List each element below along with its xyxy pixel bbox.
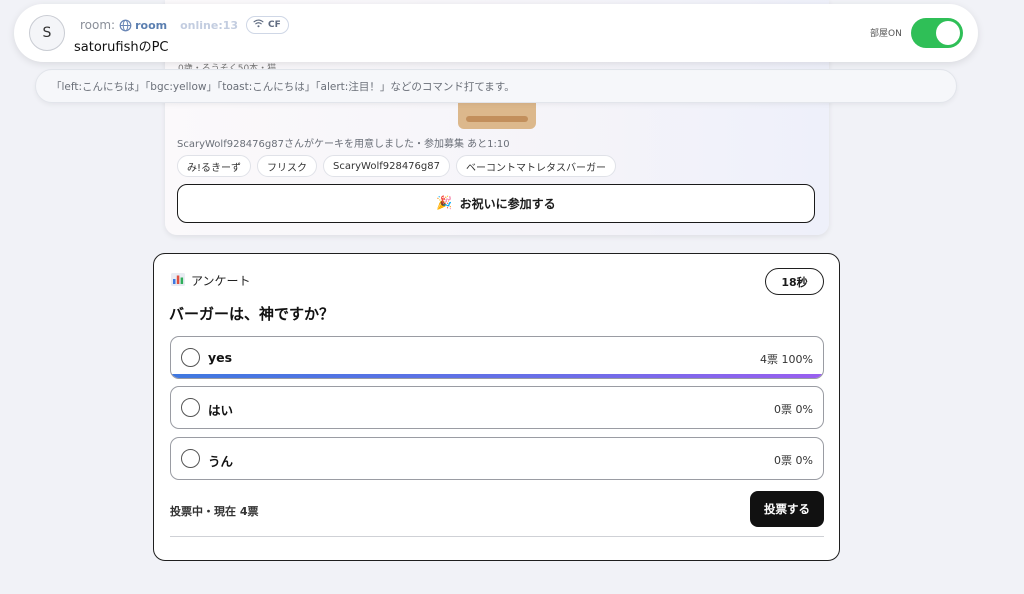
cake-status-text: ScaryWolf928476g87さんがケーキを用意しました・参加募集 あと1… (177, 139, 510, 150)
poll-option-yes[interactable]: yes 4票 100% (170, 336, 824, 379)
poll-option-un[interactable]: うん 0票 0% (170, 437, 824, 480)
poll-divider (170, 536, 824, 537)
globe-icon (119, 19, 132, 32)
join-celebration-button[interactable]: 🎉 お祝いに参加する (177, 184, 815, 223)
poll-card: アンケート 18秒 バーガーは、神ですか？ yes 4票 100% はい 0票 … (153, 253, 840, 561)
poll-header-label: アンケート (191, 274, 251, 288)
room-header: S room: room online:13 CF satorufishのPC … (14, 4, 978, 62)
command-hint-bar: 「left:こんにちは」「bgc:yellow」「toast:こんにちは」「al… (35, 69, 957, 103)
room-toggle[interactable] (911, 18, 963, 48)
cake-image (458, 102, 536, 129)
cake-stripe (466, 116, 528, 122)
option-radio[interactable] (181, 348, 200, 367)
participant-chip: み!るきーず (177, 155, 252, 177)
participant-chip: ScaryWolf928476g87 (323, 155, 450, 177)
avatar[interactable]: S (29, 15, 65, 51)
party-popper-icon: 🎉 (436, 196, 453, 211)
wifi-icon (253, 19, 264, 31)
option-label: yes (208, 350, 233, 365)
poll-header: アンケート (171, 272, 251, 289)
option-result: 0票 0% (774, 403, 813, 416)
participant-list: み!るきーず フリスク ScaryWolf928476g87 ベーコントマトレタ… (177, 155, 616, 177)
option-radio[interactable] (181, 449, 200, 468)
bar-chart-icon (171, 272, 185, 289)
poll-timer-badge: 18秒 (765, 268, 824, 295)
room-name[interactable]: room (135, 19, 167, 32)
option-result-bar (171, 374, 823, 378)
room-toggle-knob (936, 21, 960, 45)
online-count: online:13 (180, 18, 239, 32)
connection-badge-label: CF (268, 20, 281, 30)
option-result: 0票 0% (774, 454, 813, 467)
poll-status: 投票中・現在 4票 (170, 505, 259, 518)
option-label: うん (208, 454, 234, 469)
poll-question: バーガーは、神ですか？ (169, 305, 335, 323)
option-label: はい (208, 403, 234, 418)
option-result: 4票 100% (760, 353, 813, 366)
user-name: satorufishのPC (74, 40, 169, 55)
participant-chip: ベーコントマトレタスバーガー (455, 155, 616, 177)
participant-chip: フリスク (257, 155, 318, 177)
connection-badge: CF (246, 16, 289, 34)
vote-button[interactable]: 投票する (750, 491, 824, 527)
poll-option-hai[interactable]: はい 0票 0% (170, 386, 824, 429)
room-toggle-label: 部屋ON (870, 29, 902, 39)
room-info: room: room online:13 CF (80, 16, 289, 34)
room-prefix: room: (80, 18, 116, 32)
join-celebration-label: お祝いに参加する (459, 197, 556, 211)
option-radio[interactable] (181, 398, 200, 417)
